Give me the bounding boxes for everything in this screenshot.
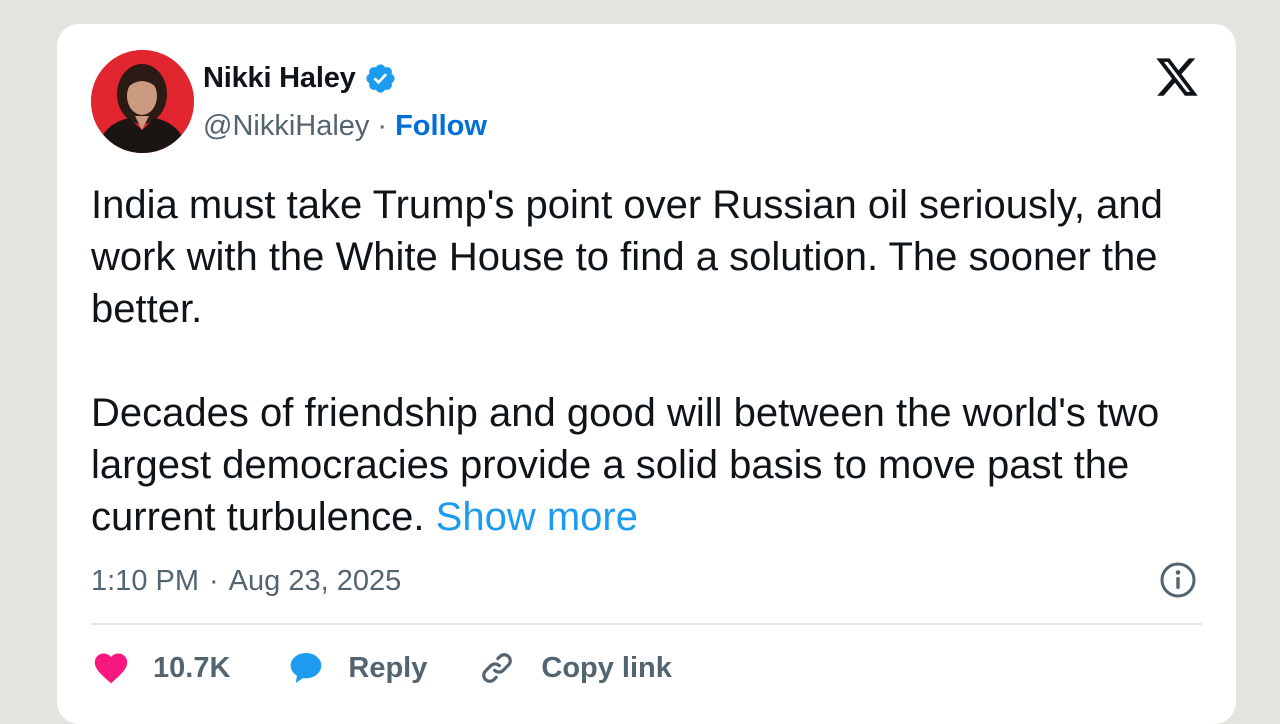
like-button[interactable]: 10.7K [91,648,230,688]
tweet-paragraph: Decades of friendship and good will betw… [91,387,1201,543]
separator-dot: · [209,564,219,597]
speech-bubble-icon [286,648,326,688]
separator-dot: · [377,109,388,142]
tweet-time: 1:10 PM [91,564,199,597]
divider [91,623,1202,625]
avatar[interactable] [91,50,194,153]
author-handle-row: @NikkiHaley · Follow [203,108,487,144]
follow-button[interactable]: Follow [395,110,487,143]
info-icon[interactable] [1158,560,1198,600]
verified-badge-icon [364,62,397,95]
author-handle[interactable]: @NikkiHaley [203,110,369,143]
author-name[interactable]: Nikki Haley [203,62,356,95]
copy-link-button[interactable]: Copy link [477,648,672,688]
tweet-date: Aug 23, 2025 [228,564,402,597]
reply-button[interactable]: Reply [286,648,427,688]
author-name-row: Nikki Haley [203,60,397,96]
show-more-link[interactable]: Show more [436,495,638,539]
link-icon [477,648,517,688]
x-logo-icon[interactable] [1154,54,1200,100]
heart-icon [91,648,131,688]
action-bar: 10.7K Reply Copy link [91,646,672,690]
tweet-paragraph: India must take Trump's point over Russi… [91,183,1163,331]
tweet-text: India must take Trump's point over Russi… [91,179,1201,543]
tweet-timestamp[interactable]: 1:10 PM · Aug 23, 2025 [91,561,401,601]
tweet-card: Nikki Haley @NikkiHaley · Follow India m… [57,24,1236,724]
